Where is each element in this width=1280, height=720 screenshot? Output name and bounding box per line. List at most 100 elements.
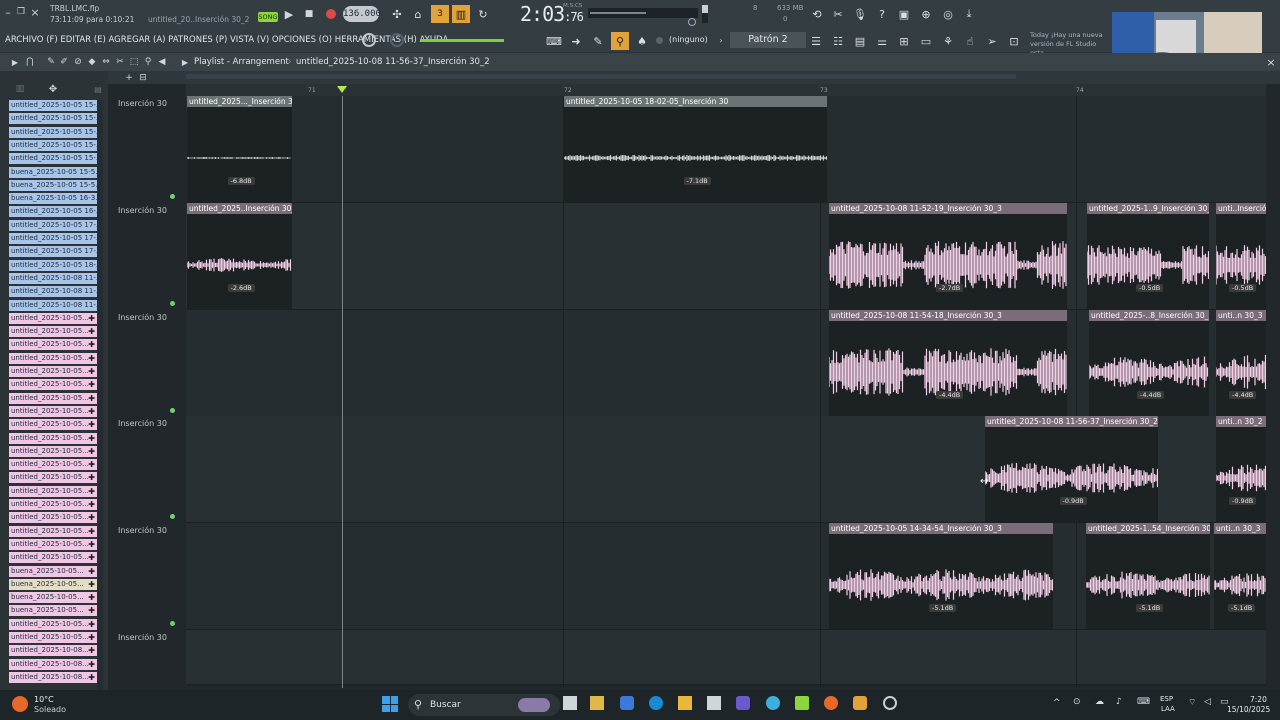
mixer-icon[interactable]: ⚌ [873, 32, 891, 50]
track-header-label[interactable]: Inserción 30 [118, 633, 196, 642]
pattern-add-icon[interactable]: ✚ [88, 552, 95, 563]
wifi-icon[interactable]: ⌔ [1188, 697, 1196, 708]
countdown-icon[interactable]: 3 [431, 5, 449, 23]
picker-scrollbar[interactable] [97, 100, 103, 690]
pattern-item[interactable]: untitled_2025-10-05... ✚ [9, 552, 97, 564]
pattern-add-icon[interactable]: ✚ [88, 472, 95, 483]
pattern-add-icon[interactable]: ✚ [88, 326, 95, 337]
pattern-add-icon[interactable]: ✚ [88, 539, 95, 550]
picker-collapse-icon[interactable]: ▤ [92, 83, 104, 95]
master-pitch-knob[interactable] [362, 33, 376, 47]
clip-title[interactable]: untitled_2025-10-05 14-34-54_Inserción 3… [829, 523, 1053, 534]
clip-title[interactable]: untitled_2025-10-08 11-56-37_Inserción 3… [985, 416, 1158, 427]
clock-time[interactable]: 7:20 [1250, 695, 1267, 704]
app-icon-teams[interactable] [736, 696, 750, 710]
audio-clip[interactable]: unti..n 30_3 -5.1dB [1214, 523, 1266, 629]
paint-icon[interactable]: ✐ [58, 55, 70, 69]
pattern-item[interactable]: untitled_2025-10-05 15-... [9, 139, 97, 151]
pattern-item[interactable]: untitled_2025-10-05... ✚ [9, 538, 97, 550]
pattern-item[interactable]: untitled_2025-10-05... ✚ [9, 525, 97, 537]
pattern-add-icon[interactable]: ✚ [88, 459, 95, 470]
app-icon-edge[interactable] [649, 696, 663, 710]
stack-icon[interactable]: ⊟ [138, 71, 148, 84]
mute-tool-icon[interactable]: ◆ [86, 55, 98, 69]
loop-record-icon[interactable]: ↻ [474, 5, 492, 23]
pattern-add-icon[interactable]: ✚ [88, 592, 95, 603]
pattern-add-icon[interactable]: ✚ [88, 353, 95, 364]
cart-icon[interactable]: ⊡ [1005, 32, 1023, 50]
master-volume-knob[interactable] [390, 33, 404, 47]
audio-clip[interactable]: untitled_2025-10-05 14-34-54_Inserción 3… [829, 523, 1053, 629]
app-icon-chrome[interactable] [766, 696, 780, 710]
clip-title[interactable]: untitled_2025-1..9_Inserción 30_3 [1087, 203, 1209, 214]
pattern-item[interactable]: untitled_2025-10-05 17-... [9, 233, 97, 244]
play-button[interactable]: ▶ [282, 6, 296, 22]
audio-clip[interactable]: untitled_2025-1..54_Inserción 30_3 -5.1dB [1086, 523, 1210, 629]
track-lane[interactable] [186, 630, 1266, 685]
metronome-icon[interactable]: ✣ [388, 5, 406, 23]
chevron-right-icon[interactable]: › [716, 33, 726, 47]
app-icon-explorer[interactable] [678, 696, 692, 710]
undo-history-icon[interactable]: ⟲ [808, 5, 826, 23]
piano-roll-icon[interactable]: ▤ [851, 32, 869, 50]
link-icon[interactable]: ⚲ [611, 32, 629, 50]
playhead-marker-icon[interactable] [337, 86, 347, 93]
pencil-icon[interactable]: ✎ [45, 55, 57, 69]
tray-keyboard-icon[interactable]: ⌨ [1137, 697, 1150, 707]
pattern-item[interactable]: buena_2025-10-05... ✚ [9, 565, 97, 577]
pattern-item[interactable]: untitled_2025-10-05... ✚ [9, 499, 97, 510]
tray-chevron-icon[interactable]: ^ [1053, 698, 1061, 708]
app-icon-obs[interactable] [883, 696, 897, 710]
picker-move-icon[interactable]: ✥ [46, 83, 60, 95]
pattern-item[interactable]: untitled_2025-10-05 15-... [9, 100, 97, 111]
pattern-add-icon[interactable]: ✚ [88, 366, 95, 377]
marker-icon[interactable]: ➢ [983, 32, 1001, 50]
tempo-display[interactable]: 136.000 [343, 6, 381, 22]
track-header-label[interactable]: Inserción 30 [118, 526, 196, 535]
pattern-item[interactable]: untitled_2025-10-05 15-... [9, 126, 97, 138]
taskbar-search-box[interactable]: ⚲ Buscar [408, 694, 560, 716]
plugin-picker-icon[interactable]: ⚘ [939, 32, 957, 50]
pattern-item[interactable]: untitled_2025-10-08... ✚ [9, 645, 97, 657]
pattern-add-icon[interactable]: ✚ [88, 406, 95, 417]
pattern-item[interactable]: buena_2025-10-05... ✚ [9, 592, 97, 604]
song-mode-toggle[interactable]: SONG [258, 12, 278, 22]
wrench-icon[interactable]: ✂ [829, 5, 847, 23]
pattern-item[interactable]: untitled_2025-10-05... ✚ [9, 459, 97, 471]
playback-tool-icon[interactable]: ◀ [156, 55, 168, 69]
pattern-add-icon[interactable]: ✚ [88, 659, 95, 670]
volume-icon[interactable]: ◁ [1204, 697, 1211, 707]
clip-title[interactable]: untitled_2025-1..54_Inserción 30_3 [1086, 523, 1210, 534]
audio-clip[interactable]: unti..n 30_3 -4.4dB [1216, 310, 1266, 416]
pattern-item[interactable]: buena_2025-10-05... ✚ [9, 605, 97, 617]
pattern-add-icon[interactable]: ✚ [88, 433, 95, 444]
app-icon-firefox[interactable] [824, 696, 838, 710]
app-icon-copilot[interactable] [620, 696, 634, 710]
download-icon[interactable]: ⤓ [960, 5, 978, 23]
pattern-item[interactable]: untitled_2025-10-05... ✚ [9, 392, 97, 404]
arrow-right-icon[interactable]: ➜ [567, 32, 585, 50]
master-volume-slider[interactable] [420, 39, 504, 42]
pattern-item[interactable]: untitled_2025-10-05... ✚ [9, 432, 97, 444]
pattern-item[interactable]: untitled_2025-10-05... ✚ [9, 419, 97, 431]
track-active-led[interactable] [170, 301, 175, 306]
track-header-label[interactable]: Inserción 30 [118, 313, 196, 322]
app-icon-files[interactable] [590, 696, 604, 710]
pattern-add-icon[interactable]: ✚ [88, 499, 95, 510]
pattern-add-icon[interactable]: ✚ [88, 632, 95, 643]
pattern-item[interactable]: untitled_2025-10-05... ✚ [9, 485, 97, 497]
piano-keys-icon[interactable]: ⌨ [545, 32, 563, 50]
overview-scrollbar[interactable] [186, 74, 1016, 79]
clip-title[interactable]: untitled_2025-10-08 11-52-19_Inserción 3… [829, 203, 1067, 214]
brush-icon[interactable]: ✎ [589, 32, 607, 50]
pattern-add-icon[interactable]: ✚ [88, 313, 95, 324]
zoom-tool-icon[interactable]: ⚲ [142, 55, 154, 69]
microphone-icon[interactable]: 🎙 [851, 5, 869, 23]
pattern-item[interactable]: untitled_2025-10-05... ✚ [9, 405, 97, 417]
audio-clip[interactable]: unti..n 30_2 -0.9dB [1216, 416, 1266, 522]
pattern-add-icon[interactable]: ✚ [88, 566, 95, 577]
playlist-menu-arrow-icon[interactable]: ▶ [10, 55, 20, 69]
step-edit-icon[interactable]: ▥ [452, 5, 470, 23]
slice-tool-icon[interactable]: ✂ [114, 55, 126, 69]
delete-tool-icon[interactable]: ⊘ [72, 55, 84, 69]
